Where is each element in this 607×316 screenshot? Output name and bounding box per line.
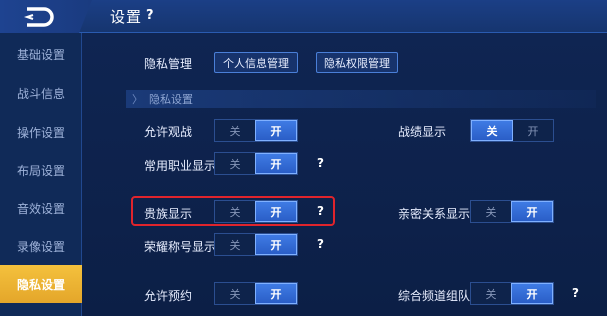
noble-display-off[interactable]: 关 — [215, 201, 255, 222]
sidebar-item-sound[interactable]: 音效设置 — [0, 189, 82, 227]
battle-record-toggle: 关 开 — [470, 119, 554, 142]
common-role-toggle: 关 开 — [214, 152, 298, 175]
honor-title-on[interactable]: 开 — [255, 234, 297, 255]
intimate-display-toggle: 关 开 — [470, 200, 554, 223]
chevron-right-icon: 〉 — [132, 93, 143, 106]
battle-record-off[interactable]: 关 — [471, 120, 513, 141]
privacy-manage-label: 隐私管理 — [144, 57, 193, 71]
common-role-off[interactable]: 关 — [215, 153, 255, 174]
personal-info-button[interactable]: 个人信息管理 — [214, 52, 298, 73]
channel-team-off[interactable]: 关 — [471, 283, 511, 304]
common-role-on[interactable]: 开 — [255, 153, 297, 174]
common-role-help-icon[interactable]: ? — [317, 156, 324, 170]
allow-watch-on[interactable]: 开 — [255, 120, 297, 141]
allow-reserve-off[interactable]: 关 — [215, 283, 255, 304]
top-bar: 设置 ? — [0, 0, 607, 33]
sidebar-item-controls[interactable]: 操作设置 — [0, 113, 82, 151]
sidebar-item-battle-info[interactable]: 战斗信息 — [0, 74, 82, 112]
allow-reserve-label: 允许预约 — [144, 289, 193, 303]
allow-reserve-toggle: 关 开 — [214, 282, 298, 305]
common-role-label: 常用职业显示 — [144, 159, 217, 173]
sidebar-item-replay[interactable]: 录像设置 — [0, 227, 82, 265]
allow-watch-toggle: 关 开 — [214, 119, 298, 142]
privacy-permission-button[interactable]: 隐私权限管理 — [316, 52, 398, 73]
intimate-display-on[interactable]: 开 — [511, 201, 553, 222]
channel-team-label: 综合频道组队 — [398, 289, 471, 303]
sidebar-item-basic[interactable]: 基础设置 — [0, 35, 82, 73]
back-button[interactable] — [0, 0, 92, 33]
channel-team-on[interactable]: 开 — [511, 283, 553, 304]
help-icon[interactable]: ? — [146, 8, 154, 23]
intimate-display-off[interactable]: 关 — [471, 201, 511, 222]
section-title: 隐私设置 — [149, 93, 193, 106]
intimate-display-label: 亲密关系显示 — [398, 207, 471, 221]
main-panel: 隐私管理 个人信息管理 隐私权限管理 〉 隐私设置 允许观战 关 开 战绩显示 … — [82, 33, 607, 316]
section-header: 〉 隐私设置 — [126, 90, 596, 108]
noble-display-label: 贵族显示 — [144, 207, 193, 221]
noble-display-on[interactable]: 开 — [255, 201, 297, 222]
honor-title-toggle: 关 开 — [214, 233, 298, 256]
channel-team-toggle: 关 开 — [470, 282, 554, 305]
battle-record-on[interactable]: 开 — [513, 120, 553, 141]
allow-watch-label: 允许观战 — [144, 125, 193, 139]
sidebar-item-privacy[interactable]: 隐私设置 — [0, 265, 82, 303]
channel-team-help-icon[interactable]: ? — [572, 286, 579, 300]
sidebar: 基础设置 战斗信息 操作设置 布局设置 音效设置 录像设置 隐私设置 — [0, 33, 82, 316]
allow-watch-off[interactable]: 关 — [215, 120, 255, 141]
page-title: 设置 — [110, 8, 143, 26]
noble-display-toggle: 关 开 — [214, 200, 298, 223]
allow-reserve-on[interactable]: 开 — [255, 283, 297, 304]
honor-title-help-icon[interactable]: ? — [317, 237, 324, 251]
honor-title-off[interactable]: 关 — [215, 234, 255, 255]
sidebar-item-layout[interactable]: 布局设置 — [0, 151, 82, 189]
honor-title-label: 荣耀称号显示 — [144, 240, 217, 254]
battle-record-label: 战绩显示 — [398, 125, 447, 139]
noble-display-help-icon[interactable]: ? — [317, 204, 324, 218]
back-icon — [24, 6, 54, 27]
